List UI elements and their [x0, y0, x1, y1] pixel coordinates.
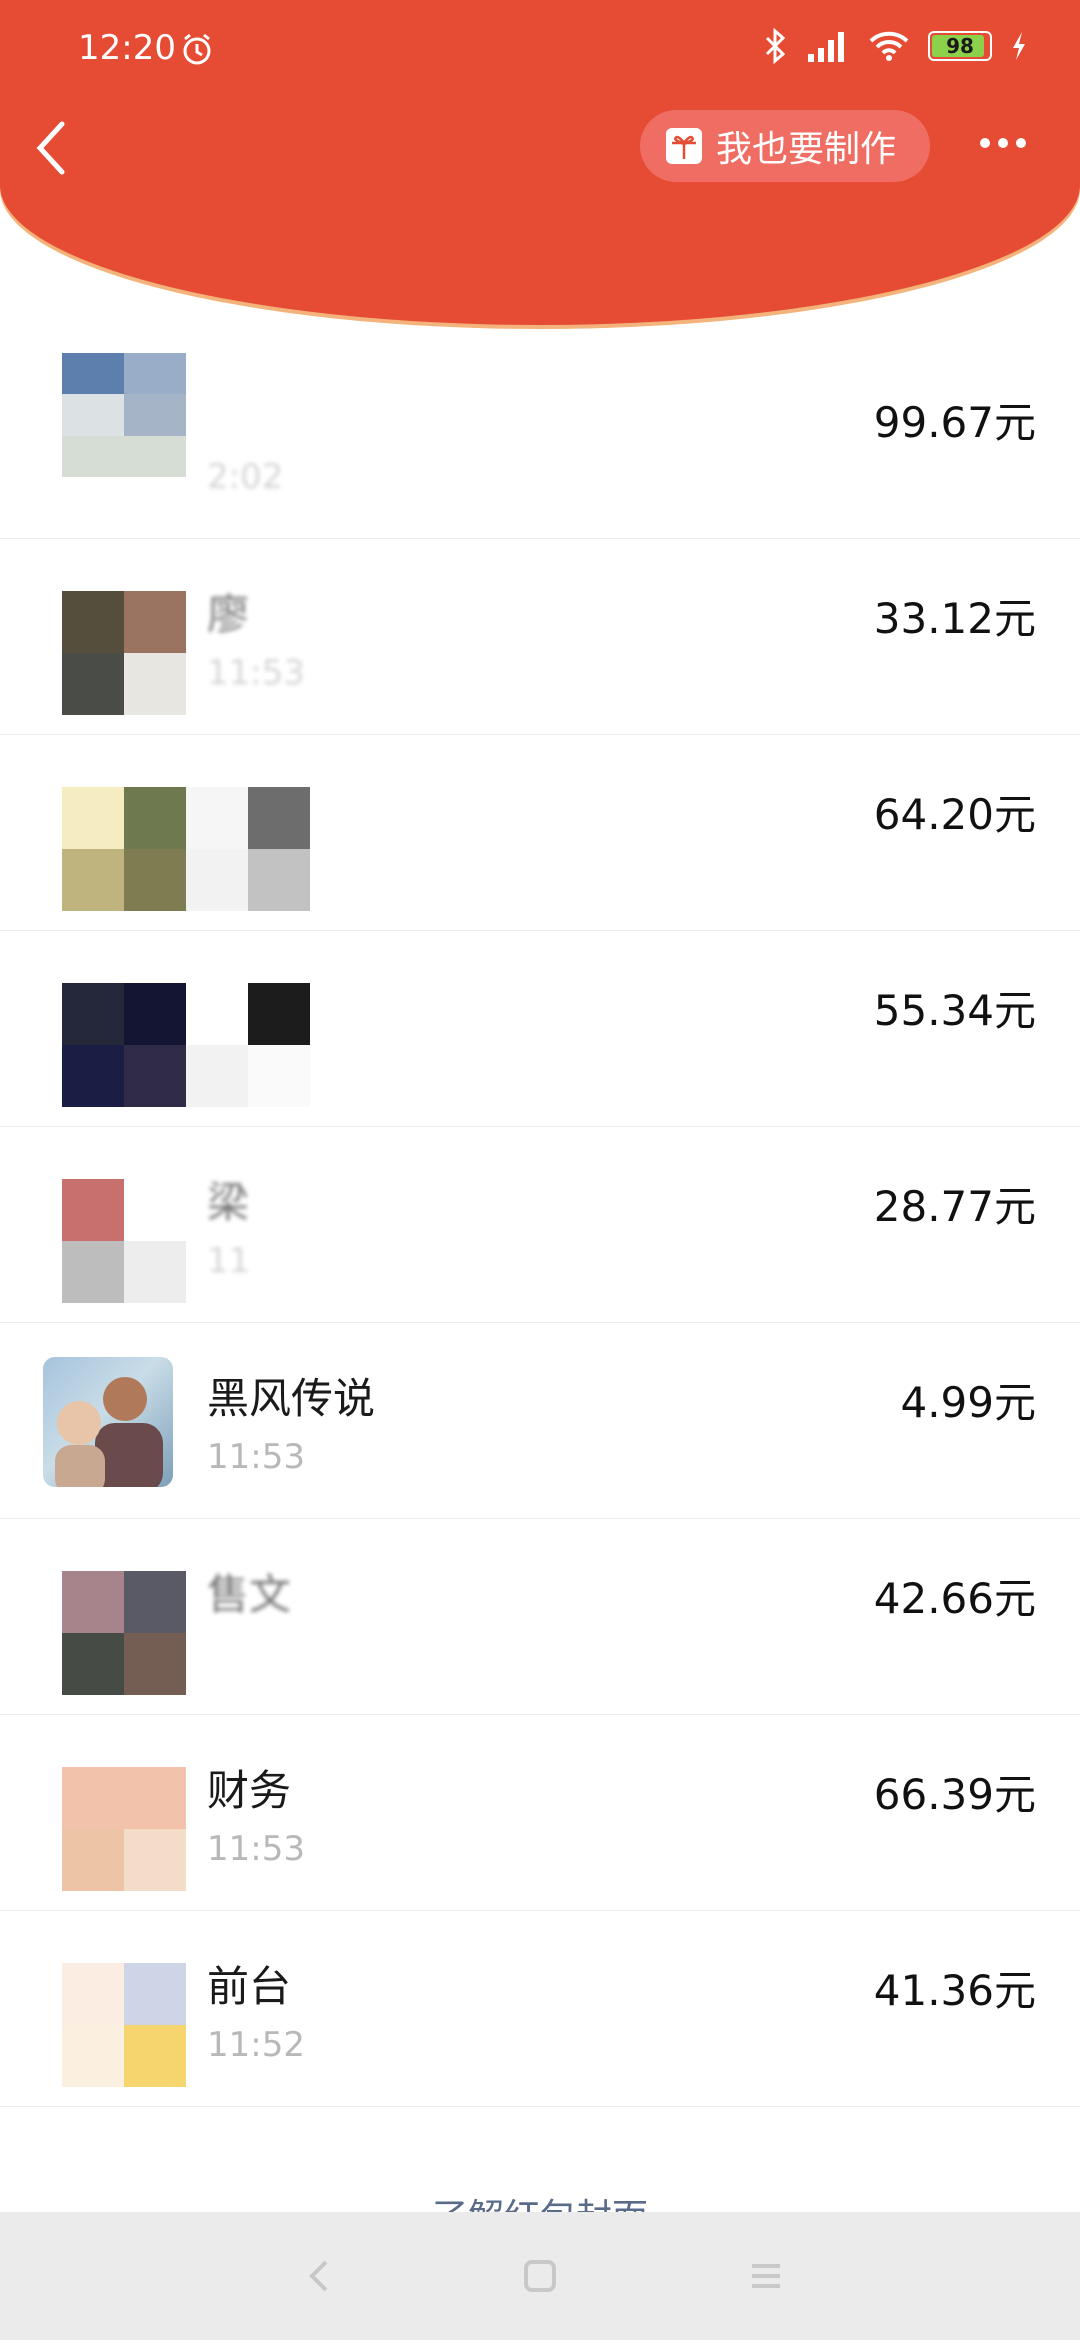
avatar-extra: [186, 983, 310, 1107]
status-bar: 12:20 98: [0, 0, 1080, 100]
red-packet-recipient-list: 2:02 99.67元 廖 11:53 33.12元 64.20元 55.34元…: [0, 343, 1080, 2107]
time: 11:53: [207, 1829, 305, 1869]
avatar-extra: [186, 787, 310, 911]
list-item[interactable]: 55.34元: [0, 931, 1080, 1127]
amount: 4.99元: [900, 1378, 1036, 1427]
list-item[interactable]: 2:02 99.67元: [0, 343, 1080, 539]
amount: 66.39元: [873, 1770, 1036, 1819]
amount: 64.20元: [873, 790, 1036, 839]
avatar: [62, 1963, 186, 2087]
charging-icon: [1013, 32, 1025, 60]
nav-menu-icon[interactable]: [742, 2252, 790, 2300]
avatar: [43, 1357, 173, 1487]
status-time: 12:20: [78, 28, 176, 68]
time: 11:53: [207, 1437, 305, 1477]
battery-icon: 98: [928, 31, 992, 61]
nav-home-icon[interactable]: [516, 2252, 564, 2300]
avatar-photo-icon: [55, 1377, 163, 1487]
time: 11:52: [207, 2025, 305, 2065]
battery-percent: 98: [946, 34, 974, 58]
name: 财务: [207, 1766, 292, 1815]
make-button-label: 我也要制作: [716, 129, 897, 170]
list-item[interactable]: 梁 11 28.77元: [0, 1127, 1080, 1323]
list-item[interactable]: 廖 11:53 33.12元: [0, 539, 1080, 735]
gift-icon: [666, 128, 702, 164]
time: 11:53: [207, 653, 305, 693]
signal-icon: [808, 32, 844, 62]
amount: 42.66元: [873, 1574, 1036, 1623]
name: 梁: [207, 1178, 250, 1227]
amount: 28.77元: [873, 1182, 1036, 1231]
list-item[interactable]: 黑风传说 11:53 4.99元: [0, 1323, 1080, 1519]
avatar: [62, 787, 186, 911]
avatar: [62, 353, 186, 477]
amount: 55.34元: [873, 986, 1036, 1035]
list-item[interactable]: 财务 11:53 66.39元: [0, 1715, 1080, 1911]
avatar: [62, 1767, 186, 1891]
amount: 41.36元: [873, 1966, 1036, 2015]
time: 2:02: [207, 457, 284, 497]
list-item[interactable]: 前台 11:52 41.36元: [0, 1911, 1080, 2107]
red-envelope-header: 12:20 98 我也要制作: [0, 0, 1080, 325]
more-options-icon[interactable]: [980, 128, 1036, 158]
amount: 99.67元: [873, 398, 1036, 447]
list-item[interactable]: 64.20元: [0, 735, 1080, 931]
avatar: [62, 591, 186, 715]
name: 前台: [207, 1962, 292, 2011]
nav-back-icon[interactable]: [296, 2252, 344, 2300]
name: 售文: [207, 1570, 292, 1619]
amount: 33.12元: [873, 594, 1036, 643]
avatar: [62, 1571, 186, 1695]
alarm-icon: [183, 33, 211, 65]
name: 黑风传说: [207, 1374, 376, 1423]
bluetooth-icon: [765, 28, 786, 64]
back-button[interactable]: [30, 118, 74, 178]
list-item[interactable]: 售文 42.66元: [0, 1519, 1080, 1715]
status-icons: 98: [762, 28, 1028, 64]
system-nav-bar: [0, 2212, 1080, 2340]
time: 11: [207, 1241, 251, 1281]
wifi-icon: [869, 31, 909, 61]
avatar: [62, 983, 186, 1107]
name: 廖: [207, 590, 250, 639]
avatar: [62, 1179, 186, 1303]
make-cover-button[interactable]: 我也要制作: [640, 110, 930, 182]
